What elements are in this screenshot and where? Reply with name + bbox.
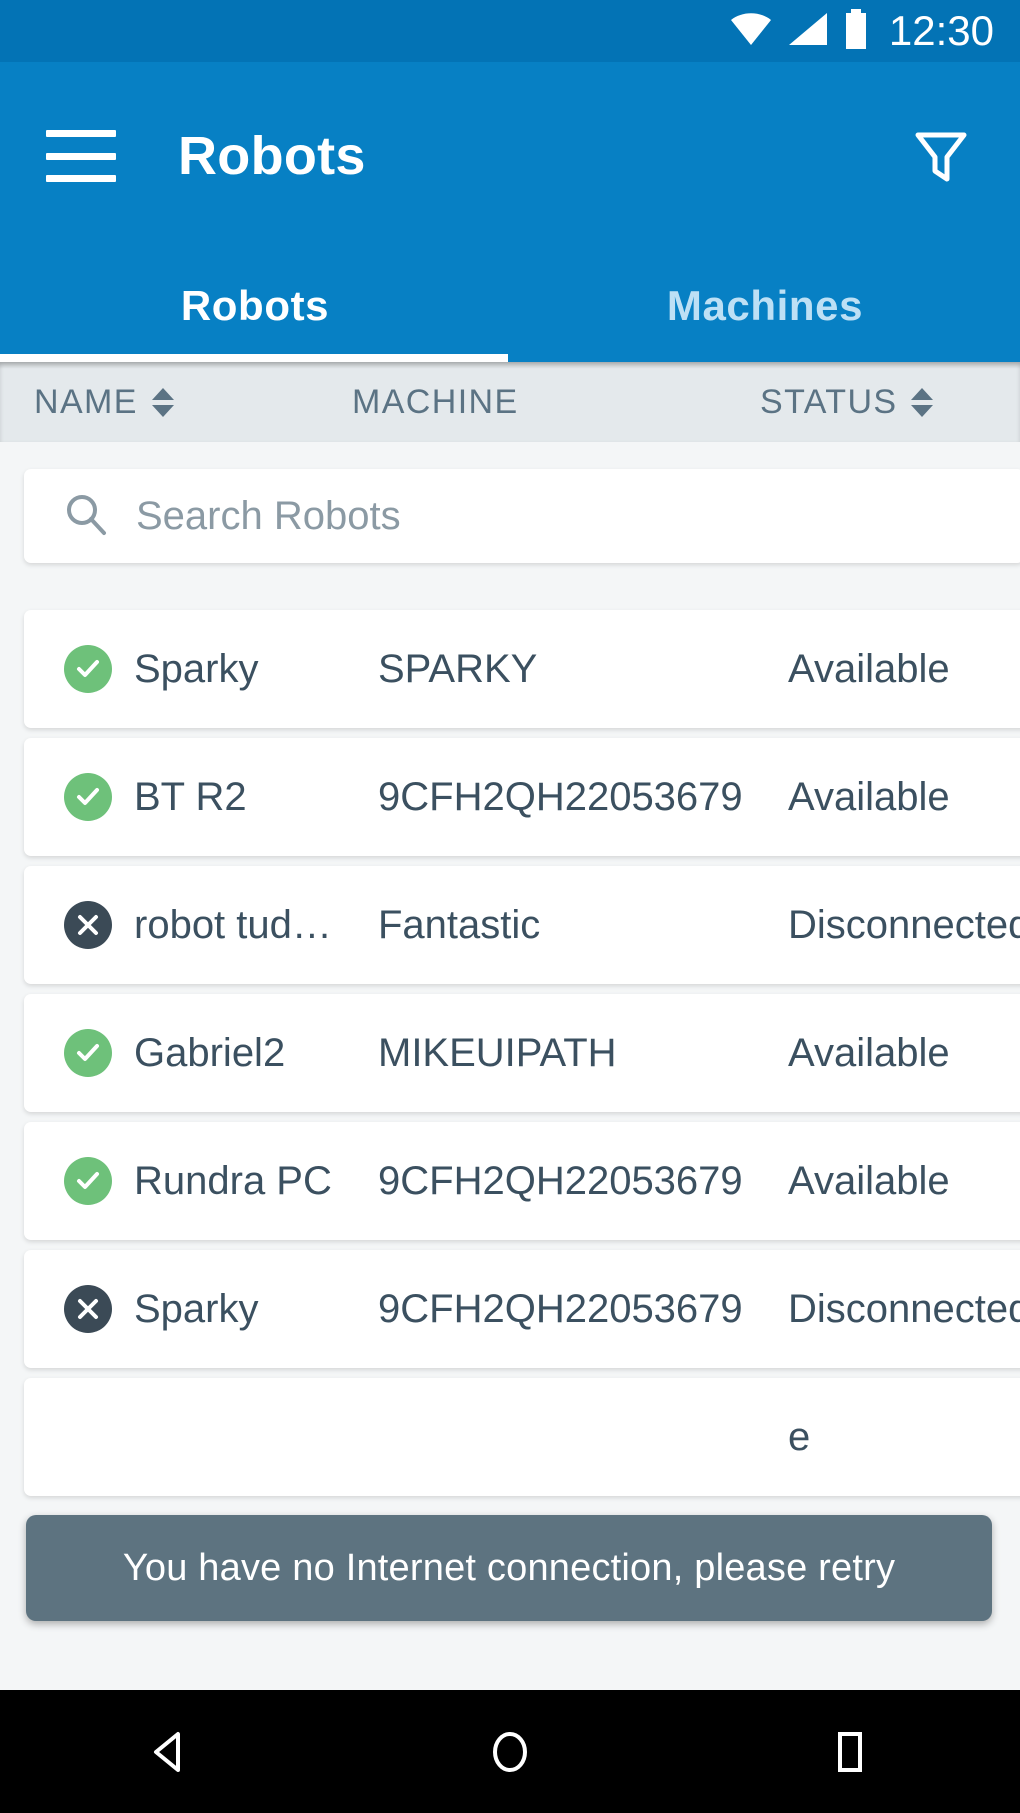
column-header-status-label: STATUS: [760, 382, 898, 421]
toast-no-internet: You have no Internet connection, please …: [26, 1515, 992, 1621]
cell-status: Available: [788, 774, 950, 819]
home-circle-icon[interactable]: [340, 1726, 680, 1778]
cell-machine-name: 9CFH2QH22053679: [378, 1286, 743, 1331]
search-bar[interactable]: [24, 469, 1020, 563]
tab-robots[interactable]: Robots: [0, 250, 510, 362]
toast-message: You have no Internet connection, please …: [122, 1546, 896, 1589]
tab-machines-label: Machines: [666, 282, 864, 329]
filter-funnel-icon[interactable]: [910, 125, 972, 187]
table-row[interactable]: Sparky SPARKY Available: [24, 610, 1020, 728]
table-row[interactable]: Rundra PC 9CFH2QH22053679 Available: [24, 1122, 1020, 1240]
table-row[interactable]: robot tud… Fantastic Disconnected: [24, 866, 1020, 984]
sort-toggle-icon[interactable]: [911, 387, 934, 417]
android-nav-bar: [0, 1690, 1020, 1813]
cell-robot-name: Sparky: [134, 646, 259, 691]
hamburger-menu-icon[interactable]: [46, 130, 116, 182]
page-title: Robots: [178, 126, 366, 186]
cell-machine-name: 9CFH2QH22053679: [378, 774, 743, 819]
column-header-name[interactable]: NAME: [34, 362, 174, 442]
robots-list-container[interactable]: Sparky SPARKY Available BT R2 9CFH2QH2205367…: [0, 442, 1020, 1690]
recents-square-icon[interactable]: [680, 1726, 1020, 1778]
cell-machine-name: Fantastic: [378, 902, 541, 947]
tab-active-indicator: [0, 354, 508, 362]
cell-status: Available: [788, 646, 950, 691]
column-header-name-label: NAME: [34, 382, 138, 421]
status-disconnected-icon: [64, 901, 112, 949]
tab-machines[interactable]: Machines: [510, 250, 1020, 362]
column-header-machine-label: MACHINE: [352, 382, 519, 421]
status-available-icon: [64, 1029, 112, 1077]
table-row[interactable]: e: [24, 1378, 1020, 1496]
table-column-header: NAME MACHINE STATUS: [0, 362, 1020, 442]
table-row[interactable]: Gabriel2 MIKEUIPATH Available: [24, 994, 1020, 1112]
table-row[interactable]: BT R2 9CFH2QH22053679 Available: [24, 738, 1020, 856]
cell-robot-name: BT R2: [134, 774, 247, 819]
status-bar: 12:30: [0, 0, 1020, 62]
cell-robot-name: Sparky: [134, 1286, 259, 1331]
cell-robot-name: Rundra PC: [134, 1158, 332, 1203]
app-bar: Robots: [0, 62, 1020, 250]
cell-robot-name: Gabriel2: [134, 1030, 286, 1075]
column-header-machine[interactable]: MACHINE: [352, 362, 519, 442]
phone-screen: 12:30 Robots Robots Machines NAME MACHIN…: [0, 0, 1020, 1813]
battery-icon: [843, 8, 869, 54]
cell-status: Disconnected: [788, 1286, 1020, 1331]
column-header-status[interactable]: STATUS: [760, 362, 934, 442]
status-disconnected-icon: [64, 1285, 112, 1333]
cell-machine-name: 9CFH2QH22053679: [378, 1158, 743, 1203]
sort-toggle-icon[interactable]: [151, 387, 174, 417]
cell-status: Disconnected: [788, 902, 1020, 947]
cell-robot-name: robot tud…: [134, 902, 332, 947]
back-triangle-icon[interactable]: [0, 1726, 340, 1778]
table-row[interactable]: Sparky 9CFH2QH22053679 Disconnected: [24, 1250, 1020, 1368]
cell-status: Available: [788, 1030, 950, 1075]
status-available-icon: [64, 1157, 112, 1205]
wifi-icon: [729, 11, 773, 52]
cell-status: Available: [788, 1158, 950, 1203]
cell-machine-name: MIKEUIPATH: [378, 1030, 617, 1075]
cell-status: e: [788, 1414, 811, 1459]
tab-bar: Robots Machines: [0, 250, 1020, 362]
status-bar-icons: [729, 8, 869, 54]
search-icon: [64, 492, 108, 541]
signal-icon: [787, 11, 829, 52]
status-bar-clock: 12:30: [888, 7, 994, 54]
status-available-icon: [64, 773, 112, 821]
tab-robots-label: Robots: [180, 282, 330, 329]
status-available-icon: [64, 645, 112, 693]
cell-machine-name: SPARKY: [378, 646, 538, 691]
search-input[interactable]: [136, 493, 916, 539]
